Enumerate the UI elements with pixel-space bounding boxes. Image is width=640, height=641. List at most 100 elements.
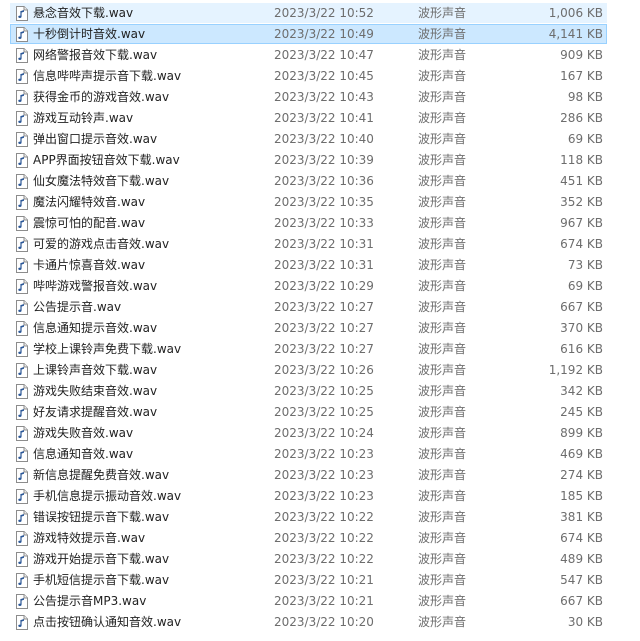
file-name: 公告提示音.wav <box>33 300 122 314</box>
file-size: 370 KB <box>560 321 603 335</box>
file-row[interactable]: 信息通知音效.wav 2023/3/22 10:23 波形声音 469 KB <box>0 444 640 465</box>
file-name: 可爱的游戏点击音效.wav <box>33 237 170 251</box>
audio-file-icon <box>16 594 28 609</box>
file-date-modified: 2023/3/22 10:21 <box>274 594 374 608</box>
file-name: 游戏互动铃声.wav <box>33 111 134 125</box>
file-row[interactable]: 新信息提醒免费音效.wav 2023/3/22 10:23 波形声音 274 K… <box>0 465 640 486</box>
file-row[interactable]: 游戏互动铃声.wav 2023/3/22 10:41 波形声音 286 KB <box>0 108 640 129</box>
file-name: 上课铃声音效下载.wav <box>33 363 158 377</box>
file-size: 1,192 KB <box>548 363 603 377</box>
file-row[interactable]: 公告提示音.wav 2023/3/22 10:27 波形声音 667 KB <box>0 297 640 318</box>
file-row[interactable]: 弹出窗口提示音效.wav 2023/3/22 10:40 波形声音 69 KB <box>0 129 640 150</box>
file-row[interactable]: 十秒倒计时音效.wav 2023/3/22 10:49 波形声音 4,141 K… <box>0 24 640 45</box>
file-size: 899 KB <box>560 426 603 440</box>
file-row[interactable]: 游戏开始提示音下载.wav 2023/3/22 10:22 波形声音 489 K… <box>0 549 640 570</box>
file-type: 波形声音 <box>418 174 467 188</box>
file-size: 30 KB <box>567 615 603 629</box>
file-type: 波形声音 <box>418 447 467 461</box>
file-row[interactable]: 点击按钮确认通知音效.wav 2023/3/22 10:20 波形声音 30 K… <box>0 612 640 633</box>
file-date-modified: 2023/3/22 10:31 <box>274 258 374 272</box>
file-date-modified: 2023/3/22 10:22 <box>274 510 374 524</box>
file-size: 967 KB <box>560 216 603 230</box>
audio-file-icon <box>16 90 28 105</box>
file-date-modified: 2023/3/22 10:26 <box>274 363 374 377</box>
audio-file-icon <box>16 426 28 441</box>
file-row[interactable]: 悬念音效下载.wav 2023/3/22 10:52 波形声音 1,006 KB <box>0 3 640 24</box>
file-size: 909 KB <box>560 48 603 62</box>
file-type: 波形声音 <box>418 237 467 251</box>
file-size: 274 KB <box>560 468 603 482</box>
file-row[interactable]: 游戏特效提示音.wav 2023/3/22 10:22 波形声音 674 KB <box>0 528 640 549</box>
audio-file-icon <box>16 363 28 378</box>
file-name: 游戏失败结束音效.wav <box>33 384 158 398</box>
file-type: 波形声音 <box>418 573 467 587</box>
file-date-modified: 2023/3/22 10:36 <box>274 174 374 188</box>
file-row[interactable]: 网络警报音效下载.wav 2023/3/22 10:47 波形声音 909 KB <box>0 45 640 66</box>
file-row[interactable]: 公告提示音MP3.wav 2023/3/22 10:21 波形声音 667 KB <box>0 591 640 612</box>
file-size: 674 KB <box>560 237 603 251</box>
file-type: 波形声音 <box>418 111 467 125</box>
file-name: 网络警报音效下载.wav <box>33 48 158 62</box>
file-size: 547 KB <box>560 573 603 587</box>
file-name: 游戏特效提示音.wav <box>33 531 146 545</box>
file-row[interactable]: 手机信息提示振动音效.wav 2023/3/22 10:23 波形声音 185 … <box>0 486 640 507</box>
audio-file-icon <box>16 153 28 168</box>
file-row[interactable]: 震惊可怕的配音.wav 2023/3/22 10:33 波形声音 967 KB <box>0 213 640 234</box>
file-date-modified: 2023/3/22 10:31 <box>274 237 374 251</box>
file-row[interactable]: 上课铃声音效下载.wav 2023/3/22 10:26 波形声音 1,192 … <box>0 360 640 381</box>
audio-file-icon <box>16 195 28 210</box>
file-name: 十秒倒计时音效.wav <box>33 27 146 41</box>
file-size: 98 KB <box>567 90 603 104</box>
audio-file-icon <box>16 342 28 357</box>
file-row[interactable]: 游戏失败音效.wav 2023/3/22 10:24 波形声音 899 KB <box>0 423 640 444</box>
file-type: 波形声音 <box>418 615 467 629</box>
file-row[interactable]: 卡通片惊喜音效.wav 2023/3/22 10:31 波形声音 73 KB <box>0 255 640 276</box>
file-size: 185 KB <box>560 489 603 503</box>
file-row[interactable]: 信息哔哔声提示音下载.wav 2023/3/22 10:45 波形声音 167 … <box>0 66 640 87</box>
file-date-modified: 2023/3/22 10:25 <box>274 405 374 419</box>
audio-file-icon <box>16 510 28 525</box>
file-name: 新信息提醒免费音效.wav <box>33 468 170 482</box>
file-size: 286 KB <box>560 111 603 125</box>
file-row[interactable]: 手机短信提示音下载.wav 2023/3/22 10:21 波形声音 547 K… <box>0 570 640 591</box>
file-type: 波形声音 <box>418 363 467 377</box>
file-name: 学校上课铃声免费下载.wav <box>33 342 182 356</box>
file-date-modified: 2023/3/22 10:22 <box>274 552 374 566</box>
file-type: 波形声音 <box>418 594 467 608</box>
file-row[interactable]: 学校上课铃声免费下载.wav 2023/3/22 10:27 波形声音 616 … <box>0 339 640 360</box>
file-row[interactable]: 魔法闪耀特效音.wav 2023/3/22 10:35 波形声音 352 KB <box>0 192 640 213</box>
audio-file-icon <box>16 279 28 294</box>
file-type: 波形声音 <box>418 510 467 524</box>
file-row[interactable]: 哔哔游戏警报音效.wav 2023/3/22 10:29 波形声音 69 KB <box>0 276 640 297</box>
file-name: 公告提示音MP3.wav <box>33 594 147 608</box>
file-size: 69 KB <box>567 132 603 146</box>
file-row[interactable]: 信息通知提示音效.wav 2023/3/22 10:27 波形声音 370 KB <box>0 318 640 339</box>
file-size: 489 KB <box>560 552 603 566</box>
file-name: 游戏开始提示音下载.wav <box>33 552 170 566</box>
file-row[interactable]: 错误按钮提示音下载.wav 2023/3/22 10:22 波形声音 381 K… <box>0 507 640 528</box>
file-size: 4,141 KB <box>548 27 603 41</box>
file-name: 手机短信提示音下载.wav <box>33 573 170 587</box>
file-date-modified: 2023/3/22 10:52 <box>274 6 374 20</box>
file-date-modified: 2023/3/22 10:33 <box>274 216 374 230</box>
file-row[interactable]: 仙女魔法特效音下载.wav 2023/3/22 10:36 波形声音 451 K… <box>0 171 640 192</box>
file-row[interactable]: APP界面按钮音效下载.wav 2023/3/22 10:39 波形声音 118… <box>0 150 640 171</box>
audio-file-icon <box>16 111 28 126</box>
file-type: 波形声音 <box>418 195 467 209</box>
file-date-modified: 2023/3/22 10:27 <box>274 300 374 314</box>
file-date-modified: 2023/3/22 10:25 <box>274 384 374 398</box>
file-row[interactable]: 可爱的游戏点击音效.wav 2023/3/22 10:31 波形声音 674 K… <box>0 234 640 255</box>
file-type: 波形声音 <box>418 300 467 314</box>
file-date-modified: 2023/3/22 10:20 <box>274 615 374 629</box>
audio-file-icon <box>16 405 28 420</box>
file-row[interactable]: 游戏失败结束音效.wav 2023/3/22 10:25 波形声音 342 KB <box>0 381 640 402</box>
audio-file-icon <box>16 174 28 189</box>
file-row[interactable]: 好友请求提醒音效.wav 2023/3/22 10:25 波形声音 245 KB <box>0 402 640 423</box>
file-date-modified: 2023/3/22 10:29 <box>274 279 374 293</box>
file-type: 波形声音 <box>418 384 467 398</box>
file-name: 手机信息提示振动音效.wav <box>33 489 182 503</box>
file-date-modified: 2023/3/22 10:45 <box>274 69 374 83</box>
file-row[interactable]: 获得金币的游戏音效.wav 2023/3/22 10:43 波形声音 98 KB <box>0 87 640 108</box>
file-name: 弹出窗口提示音效.wav <box>33 132 158 146</box>
file-name: 震惊可怕的配音.wav <box>33 216 146 230</box>
